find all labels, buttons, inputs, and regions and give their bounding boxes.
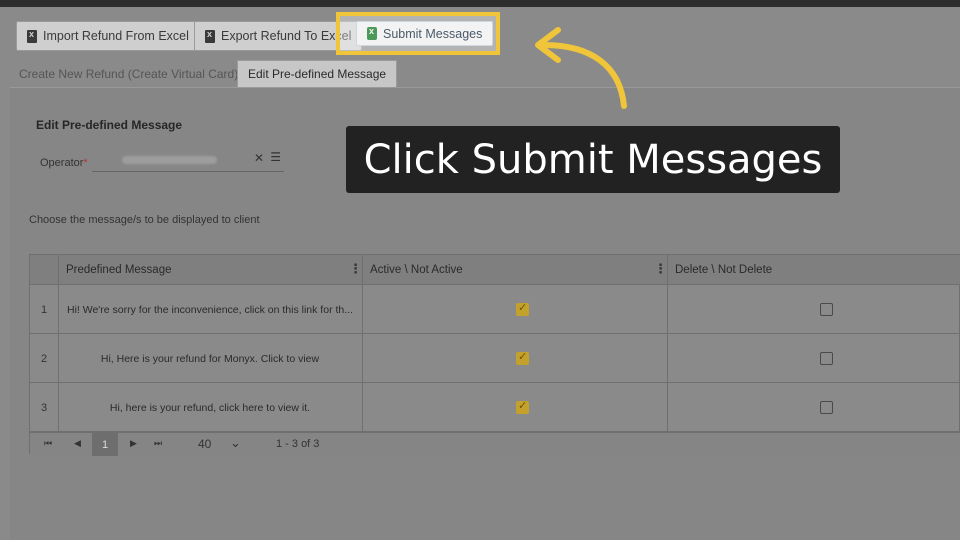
- delete-checkbox[interactable]: [820, 401, 833, 414]
- callout-text: Click Submit Messages: [363, 136, 823, 183]
- required-marker: *: [83, 157, 88, 169]
- column-header-label: Delete \ Not Delete: [675, 264, 773, 276]
- grid-pager: ⏮ ◀ 1 ▶ ⏭ 40 ⌄ 1 - 3 of 3: [30, 432, 960, 456]
- tab-edit-predefined-message[interactable]: Edit Pre-defined Message: [237, 60, 398, 87]
- active-checkbox[interactable]: [516, 350, 529, 365]
- curved-arrow-icon: [535, 27, 627, 109]
- import-refund-label: Import Refund From Excel: [43, 29, 189, 43]
- operator-label: Operator*: [40, 157, 88, 169]
- operator-value-redacted: [122, 156, 217, 164]
- first-page-icon[interactable]: ⏮: [44, 438, 52, 449]
- operator-label-text: Operator: [40, 157, 84, 169]
- tab-label: Edit Pre-defined Message: [248, 67, 387, 81]
- active-checkbox[interactable]: [516, 399, 529, 414]
- section-title: Edit Pre-defined Message: [36, 118, 183, 132]
- page-range-info: 1 - 3 of 3: [276, 438, 320, 450]
- next-page-icon[interactable]: ▶: [130, 438, 137, 449]
- row-message: Hi! We're sorry for the inconvenience, c…: [66, 303, 353, 316]
- row-number: 1: [40, 303, 48, 316]
- column-header-predefined-message[interactable]: Predefined Message: [58, 255, 362, 285]
- column-header-delete[interactable]: Delete \ Not Delete: [667, 255, 960, 285]
- row-number: 3: [40, 401, 48, 414]
- tab-create-new-refund[interactable]: Create New Refund (Create Virtual Card): [9, 60, 248, 87]
- top-bar: [0, 0, 960, 7]
- delete-checkbox[interactable]: [820, 352, 833, 365]
- table-row[interactable]: 1 Hi! We're sorry for the inconvenience,…: [30, 285, 960, 334]
- excel-file-icon: [27, 29, 37, 43]
- excel-file-icon: [367, 26, 377, 40]
- active-checkbox[interactable]: [516, 301, 529, 316]
- excel-file-icon: [205, 29, 215, 43]
- clear-icon[interactable]: ✕: [254, 151, 264, 165]
- column-header-active[interactable]: Active \ Not Active: [362, 255, 667, 285]
- choose-instruction: Choose the message/s to be displayed to …: [29, 214, 260, 226]
- delete-checkbox[interactable]: [820, 303, 833, 316]
- current-page[interactable]: 1: [92, 433, 118, 456]
- grid-header: Predefined Message ⋮ Active \ Not Active…: [30, 255, 960, 285]
- list-icon[interactable]: ☰: [270, 150, 281, 164]
- row-number: 2: [40, 352, 48, 365]
- messages-grid: Predefined Message ⋮ Active \ Not Active…: [29, 254, 960, 456]
- column-menu-icon[interactable]: ⋮: [654, 261, 667, 277]
- submit-messages-label: Submit Messages: [383, 26, 483, 41]
- column-menu-icon[interactable]: ⋮: [349, 261, 362, 277]
- table-row[interactable]: 2 Hi, Here is your refund for Monyx. Cli…: [30, 334, 960, 383]
- column-header-label: Predefined Message: [66, 264, 172, 276]
- row-message: Hi, Here is your refund for Monyx. Click…: [100, 352, 320, 365]
- export-refund-label: Export Refund To Excel: [221, 29, 352, 43]
- row-message: Hi, here is your refund, click here to v…: [109, 401, 311, 414]
- prev-page-icon[interactable]: ◀: [74, 438, 81, 449]
- submit-messages-button[interactable]: Submit Messages: [356, 21, 494, 46]
- import-refund-button[interactable]: Import Refund From Excel: [16, 21, 200, 51]
- tab-label: Create New Refund (Create Virtual Card): [19, 66, 239, 81]
- instruction-callout: Click Submit Messages: [346, 126, 840, 193]
- page-size-select[interactable]: 40: [198, 437, 211, 451]
- tab-bar: Create New Refund (Create Virtual Card) …: [0, 60, 960, 87]
- last-page-icon[interactable]: ⏭: [154, 438, 162, 449]
- table-row[interactable]: 3 Hi, here is your refund, click here to…: [30, 383, 960, 432]
- chevron-down-icon[interactable]: ⌄: [230, 435, 241, 451]
- operator-field[interactable]: ✕ ☰: [92, 148, 284, 172]
- column-header-label: Active \ Not Active: [370, 264, 463, 276]
